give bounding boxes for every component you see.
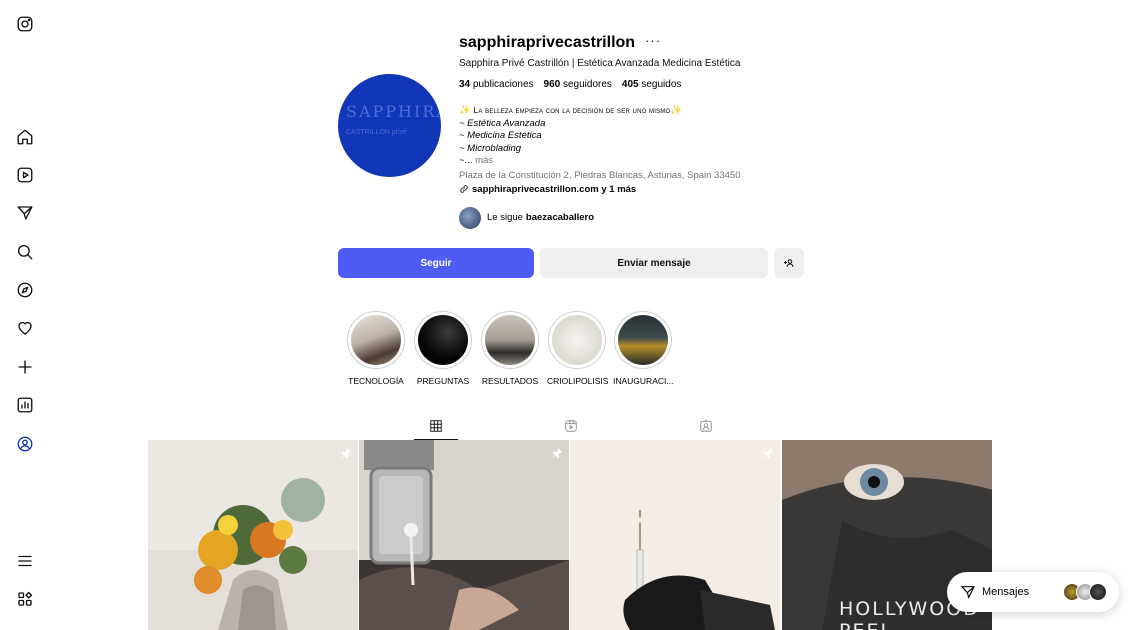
highlight-tecnologia[interactable]: TECNOLOGÍA: [346, 311, 406, 386]
sidebar: [0, 0, 50, 630]
menu-icon[interactable]: [14, 550, 36, 572]
post-gloved-hand[interactable]: [570, 440, 780, 630]
link-icon: [460, 185, 468, 193]
highlight-label: CRIOLIPOLISIS: [547, 376, 609, 386]
highlight-image: [552, 315, 602, 365]
profile-info: sapphiraprivecastrillon ··· Sapphira Pri…: [459, 30, 809, 229]
pinned-icon: [551, 446, 563, 458]
avatar-logo-subtext: CASTRILLÓN privé: [346, 129, 408, 136]
notifications-heart-icon[interactable]: [14, 317, 36, 339]
tagged-icon: [700, 419, 712, 432]
person-add-icon: [784, 259, 794, 268]
pinned-icon: [762, 446, 774, 458]
bio-line-2: ~ Estética Avanzada: [459, 117, 546, 129]
more-options-icon[interactable]: ···: [645, 33, 661, 48]
create-plus-icon[interactable]: [14, 356, 36, 378]
tab-reels[interactable]: [549, 413, 593, 439]
full-name: Sapphira Privé Castrillón | Estética Ava…: [459, 58, 741, 69]
highlight-label: RESULTADOS: [481, 376, 539, 386]
bio-line-3: ~ Medicina Estética: [459, 130, 542, 141]
search-icon[interactable]: [14, 241, 36, 263]
post-image: [570, 440, 780, 630]
highlight-inauguracion[interactable]: INAUGURACI...: [613, 311, 673, 386]
avatar-logo-text: SAPPHIRA: [346, 102, 441, 121]
highlight-image: [485, 315, 535, 365]
dashboard-icon[interactable]: [14, 394, 36, 416]
message-avatars: [1063, 583, 1107, 601]
post-image: [148, 440, 358, 630]
more-apps-icon[interactable]: [14, 588, 36, 610]
instagram-logo-icon[interactable]: [14, 13, 36, 35]
post-device[interactable]: [359, 440, 569, 630]
messages-icon[interactable]: [14, 202, 36, 224]
tab-tagged[interactable]: [684, 413, 728, 439]
bio-line-5: ~... más: [459, 155, 494, 166]
highlight-image: [418, 315, 468, 365]
avatar: [1089, 583, 1107, 601]
username-row: sapphiraprivecastrillon ···: [459, 30, 809, 56]
highlight-label: TECNOLOGÍA: [348, 376, 404, 386]
followers-stat[interactable]: 960 seguidores: [544, 79, 612, 90]
reels-icon: [565, 420, 577, 432]
highlight-image: [618, 315, 668, 365]
messages-icon: [960, 586, 975, 599]
highlight-preguntas[interactable]: PREGUNTAS: [413, 311, 473, 386]
messages-button[interactable]: Mensajes: [947, 572, 1119, 612]
highlight-resultados[interactable]: RESULTADOS: [480, 311, 540, 386]
grid-icon: [430, 420, 442, 432]
highlight-image: [351, 315, 401, 365]
address: Plaza de la Constitución 2, Piedras Blan…: [459, 169, 741, 181]
profile-avatar[interactable]: SAPPHIRA CASTRILLÓN privé: [338, 74, 441, 177]
send-message-button[interactable]: Enviar mensaje: [540, 248, 768, 278]
pinned-icon: [340, 446, 352, 458]
highlight-label: INAUGURACI...: [613, 376, 674, 386]
website-link[interactable]: sapphiraprivecastrillon.com y 1 más: [459, 184, 809, 195]
bio-line-4: ~ Microblading: [459, 142, 522, 154]
follower-avatar: [459, 206, 481, 229]
highlight-criolipolisis[interactable]: CRIOLIPOLISIS: [547, 311, 609, 386]
following-stat[interactable]: 405 seguidos: [622, 79, 682, 90]
bio-more-link[interactable]: más: [475, 155, 493, 166]
suggest-user-button[interactable]: [774, 248, 804, 278]
tab-posts-grid[interactable]: [414, 413, 458, 440]
post-flowers[interactable]: [148, 440, 358, 630]
bio: ✨ La belleza empieza con la decisión de …: [459, 104, 809, 168]
sparkle-emoji-icon: ✨: [459, 105, 471, 116]
profile-icon[interactable]: [14, 433, 36, 455]
bio-line-1: ✨ La belleza empieza con la decisión de …: [459, 105, 683, 116]
posts-grid: HOLLYWOOD PEEL: [148, 440, 993, 630]
profile-stats: 34 publicaciones 960 seguidores 405 segu…: [459, 79, 809, 90]
home-icon[interactable]: [14, 126, 36, 148]
sparkle-emoji-icon: ✨: [670, 105, 683, 116]
explore-icon[interactable]: [14, 279, 36, 301]
highlight-label: PREGUNTAS: [416, 376, 470, 386]
messages-label: Mensajes: [982, 586, 1030, 598]
username: sapphiraprivecastrillon: [459, 34, 636, 51]
profile-tabs: [148, 413, 993, 440]
post-image: [359, 440, 569, 630]
posts-stat: 34 publicaciones: [459, 79, 534, 90]
followed-by[interactable]: Le sigue baezacaballero: [459, 206, 809, 229]
follow-button[interactable]: Seguir: [338, 248, 534, 278]
reels-icon[interactable]: [14, 164, 36, 186]
